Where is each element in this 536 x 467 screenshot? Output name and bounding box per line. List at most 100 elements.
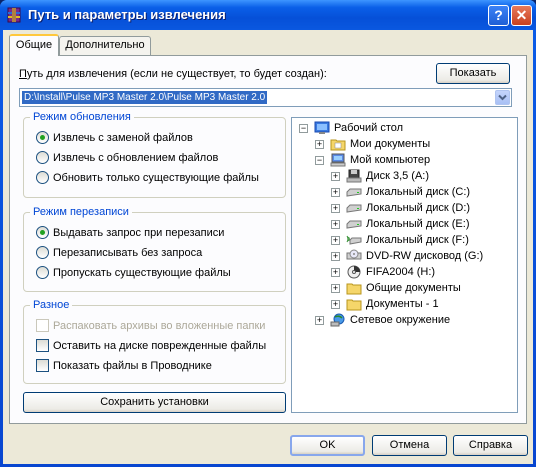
radio-label: Пропускать существующие файлы — [53, 267, 231, 279]
collapse-toggle[interactable]: − — [315, 156, 324, 165]
overwrite-mode-title: Режим перезаписи — [30, 206, 132, 218]
expand-toggle[interactable]: + — [331, 204, 340, 213]
checkbox[interactable] — [36, 359, 49, 372]
dvd-drive-icon — [346, 249, 362, 260]
expand-toggle[interactable]: + — [331, 284, 340, 293]
radio-button[interactable] — [36, 266, 49, 279]
tree-item-label: Локальный диск (C:) — [366, 186, 471, 198]
tree-item-label: Локальный диск (F:) — [366, 234, 469, 246]
tree-item-label: Диск 3,5 (A:) — [366, 170, 430, 182]
ok-button[interactable]: OK — [290, 435, 365, 456]
path-combobox[interactable]: D:\Install\Pulse MP3 Master 2.0\Pulse MP… — [19, 88, 512, 107]
path-label-accel: П — [19, 68, 27, 80]
path-label: Путь для извлечения (если не существует,… — [19, 68, 327, 80]
radio-button[interactable] — [36, 246, 49, 259]
tab-label: Общие — [15, 39, 53, 51]
radio-button[interactable] — [36, 171, 49, 184]
cancel-button-label: Отмена — [389, 439, 430, 451]
expand-toggle[interactable]: + — [331, 252, 340, 261]
floppy-icon — [346, 169, 362, 183]
radio-label: Извлечь с обновлением файлов — [53, 152, 219, 164]
checkbox-show-in-explorer[interactable]: Показать файлы в Проводнике — [36, 359, 212, 373]
overwrite-mode-group: Режим перезаписи Выдавать запрос при пер… — [23, 206, 286, 292]
expand-toggle[interactable]: + — [315, 316, 324, 325]
show-button-label: Показать — [449, 67, 497, 79]
collapse-toggle[interactable]: − — [299, 124, 308, 133]
help-title-button[interactable]: ? — [488, 5, 509, 26]
expand-toggle[interactable]: + — [331, 188, 340, 197]
radio-extract-replace[interactable]: Извлечь с заменой файлов — [36, 131, 193, 145]
title-bar[interactable]: Путь и параметры извлечения ? ✕ — [0, 0, 536, 30]
tree-item-drive-c[interactable]: + Локальный диск (C:) — [328, 184, 508, 200]
save-settings-label: Сохранить установки — [100, 396, 209, 408]
radio-label: Обновить только существующие файлы — [53, 172, 259, 184]
checkbox-keep-broken[interactable]: Оставить на диске поврежденные файлы — [36, 339, 266, 353]
tree-item-label: Мой компьютер — [350, 154, 431, 166]
path-value[interactable]: D:\Install\Pulse MP3 Master 2.0\Pulse MP… — [22, 91, 268, 104]
tree-item-shared-documents[interactable]: + Общие документы — [328, 280, 508, 296]
tree-item-drive-f[interactable]: + Локальный диск (F:) — [328, 232, 508, 248]
expand-toggle[interactable]: + — [315, 140, 324, 149]
ok-button-label: OK — [319, 439, 336, 451]
expand-toggle[interactable]: + — [331, 172, 340, 181]
cd-icon — [347, 265, 361, 279]
folder-icon — [330, 139, 346, 151]
hard-drive-icon — [346, 204, 362, 213]
radio-button[interactable] — [36, 151, 49, 164]
tab-general[interactable]: Общие — [9, 34, 59, 56]
checkbox-disabled — [36, 319, 49, 332]
radio-refresh-existing[interactable]: Обновить только существующие файлы — [36, 171, 259, 185]
radio-extract-update[interactable]: Извлечь с обновлением файлов — [36, 151, 218, 165]
removable-drive-icon — [346, 235, 362, 245]
tree-item-drive-h[interactable]: + FIFA2004 (H:) — [328, 264, 508, 280]
radio-overwrite-without-prompt[interactable]: Перезаписывать без запроса — [36, 246, 202, 260]
tree-item-label: Мои документы — [350, 138, 431, 150]
save-settings-button[interactable]: Сохранить установки — [23, 392, 286, 413]
tree-item-label: Сетевое окружение — [350, 314, 451, 326]
radio-skip-existing[interactable]: Пропускать существующие файлы — [36, 266, 231, 280]
tree-item-desktop[interactable]: − Рабочий стол — [296, 120, 496, 136]
tree-item-drive-a[interactable]: + Диск 3,5 (A:) — [328, 168, 508, 184]
checkbox[interactable] — [36, 339, 49, 352]
network-icon — [330, 313, 345, 327]
update-mode-group: Режим обновления Извлечь с заменой файло… — [23, 111, 286, 198]
folder-tree[interactable]: − Рабочий стол + Мои документы − Мой ком… — [291, 117, 518, 413]
radio-label: Перезаписывать без запроса — [53, 247, 203, 259]
window-title: Путь и параметры извлечения — [28, 7, 226, 22]
close-button[interactable]: ✕ — [511, 5, 532, 26]
winrar-icon — [7, 7, 21, 23]
tree-item-drive-e[interactable]: + Локальный диск (E:) — [328, 216, 508, 232]
tree-item-my-documents[interactable]: + Мои документы — [312, 136, 502, 152]
tree-item-label: FIFA2004 (H:) — [366, 266, 436, 278]
radio-button-checked[interactable] — [36, 226, 49, 239]
expand-toggle[interactable]: + — [331, 300, 340, 309]
tree-item-label: Локальный диск (E:) — [366, 218, 470, 230]
path-label-text: уть для извлечения (если не существует, … — [26, 68, 327, 80]
checkbox-label: Оставить на диске поврежденные файлы — [53, 340, 267, 352]
hard-drive-icon — [346, 220, 362, 229]
cancel-button[interactable]: Отмена — [372, 435, 447, 456]
tree-item-label: Документы - 1 — [366, 298, 439, 310]
expand-toggle[interactable]: + — [331, 268, 340, 277]
checkbox-label: Показать файлы в Проводнике — [53, 360, 212, 372]
help-button[interactable]: Справка — [453, 435, 528, 456]
tree-item-drive-d[interactable]: + Локальный диск (D:) — [328, 200, 508, 216]
misc-group: Разное Распаковать архивы во вложенные п… — [23, 299, 286, 384]
radio-ask-overwrite[interactable]: Выдавать запрос при перезаписи — [36, 226, 224, 240]
expand-toggle[interactable]: + — [331, 236, 340, 245]
computer-icon — [330, 153, 346, 167]
dialog-window: Путь и параметры извлечения ? ✕ Общие До… — [0, 0, 536, 467]
dialog-client: Общие Дополнительно Путь для извлечения … — [3, 30, 533, 464]
expand-toggle[interactable]: + — [331, 220, 340, 229]
dropdown-arrow-button[interactable] — [495, 90, 510, 105]
checkbox-label: Распаковать архивы во вложенные папки — [53, 320, 266, 332]
tree-item-network[interactable]: + Сетевое окружение — [312, 312, 502, 328]
tab-advanced[interactable]: Дополнительно — [59, 36, 151, 55]
tree-item-drive-g[interactable]: + DVD-RW дисковод (G:) — [328, 248, 508, 264]
tree-item-label: Локальный диск (D:) — [366, 202, 471, 214]
show-button[interactable]: Показать — [436, 63, 510, 84]
tree-item-documents-1[interactable]: + Документы - 1 — [328, 296, 508, 312]
radio-button-checked[interactable] — [36, 131, 49, 144]
tree-item-label: DVD-RW дисковод (G:) — [366, 250, 484, 262]
tree-item-my-computer[interactable]: − Мой компьютер — [312, 152, 502, 168]
